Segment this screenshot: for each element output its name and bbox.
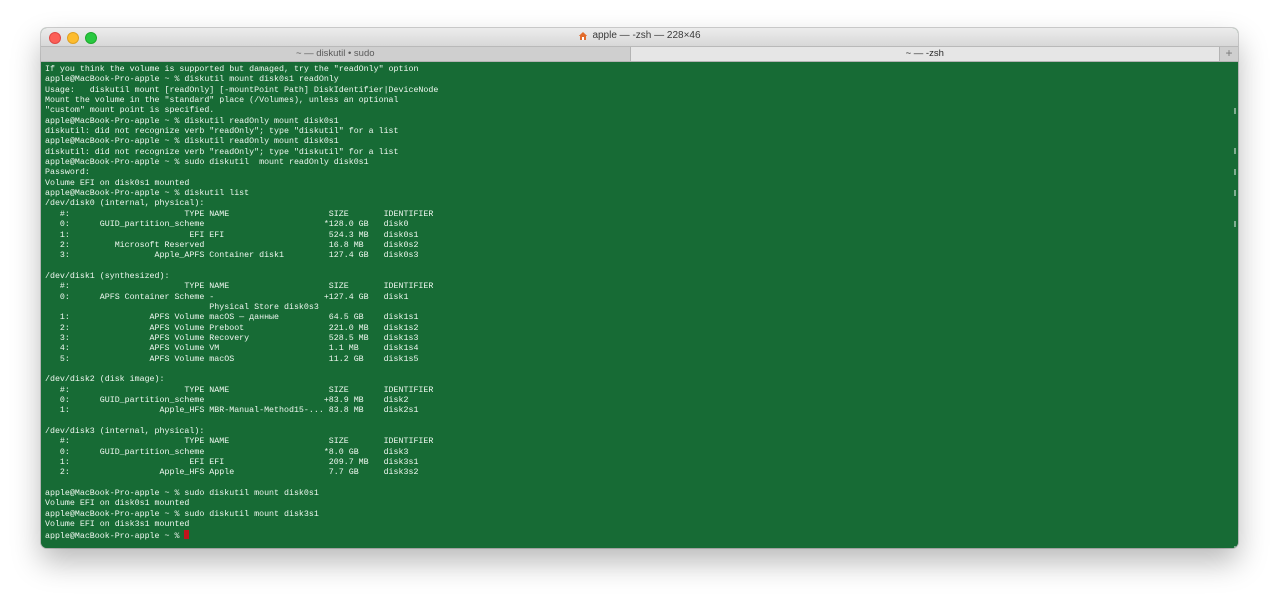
terminal-line: /dev/disk1 (synthesized): (45, 271, 170, 281)
terminal-output-area[interactable]: If you think the volume is supported but… (41, 62, 1238, 548)
scroll-marker (1234, 148, 1236, 154)
terminal-line: 2: Microsoft Reserved 16.8 MB disk0s2 (45, 240, 419, 250)
terminal-line: Volume EFI on disk0s1 mounted (45, 499, 190, 509)
terminal-line: #: TYPE NAME SIZE IDENTIFIER (45, 282, 434, 292)
terminal-line: Usage: diskutil mount [readOnly] [-mount… (45, 85, 439, 95)
terminal-text: If you think the volume is supported but… (45, 65, 438, 543)
terminal-line: 1: Apple_HFS MBR-Manual-Method15-... 83.… (45, 406, 419, 416)
terminal-line: 3: APFS Volume Recovery 528.5 MB disk1s3 (45, 333, 419, 343)
tab-diskutil[interactable]: ~ — diskutil • sudo (41, 47, 631, 61)
terminal-line: #: TYPE NAME SIZE IDENTIFIER (45, 385, 434, 395)
terminal-line: apple@MacBook-Pro-apple ~ % diskutil lis… (45, 189, 250, 199)
scroll-marker (1234, 221, 1236, 227)
terminal-line: Mount the volume in the "standard" place… (45, 96, 399, 106)
terminal-line: #: TYPE NAME SIZE IDENTIFIER (45, 209, 434, 219)
home-folder-icon (579, 31, 588, 40)
terminal-line: Volume EFI on disk3s1 mounted (45, 520, 190, 530)
terminal-line: /dev/disk0 (internal, physical): (45, 199, 205, 209)
terminal-line: 3: Apple_APFS Container disk1 127.4 GB d… (45, 251, 419, 261)
window-title: apple — -zsh — 228×46 (41, 30, 1238, 41)
tab-zsh[interactable]: ~ — -zsh (630, 47, 1220, 61)
terminal-line: apple@MacBook-Pro-apple ~ % sudo diskuti… (45, 158, 369, 168)
scroll-marker (1234, 546, 1236, 548)
terminal-line: 2: APFS Volume Preboot 221.0 MB disk1s2 (45, 323, 419, 333)
terminal-line: apple@MacBook-Pro-apple ~ % diskutil rea… (45, 116, 339, 126)
terminal-line: Physical Store disk0s3 (45, 302, 319, 312)
terminal-line: If you think the volume is supported but… (45, 65, 419, 74)
tab-bar: ~ — diskutil • sudo ~ — -zsh + (41, 46, 1238, 62)
window-title-text: apple — -zsh — 228×46 (592, 30, 701, 41)
terminal-line: 1: EFI EFI 524.3 MB disk0s1 (45, 230, 419, 240)
terminal-line: 0: GUID_partition_scheme *128.0 GB disk0 (45, 220, 409, 230)
terminal-line: /dev/disk3 (internal, physical): (45, 427, 205, 437)
terminal-line: Password: (45, 168, 90, 178)
new-tab-button[interactable]: + (1220, 47, 1238, 61)
terminal-window: apple — -zsh — 228×46 ~ — diskutil • sud… (41, 28, 1238, 548)
terminal-line: apple@MacBook-Pro-apple ~ % sudo diskuti… (45, 509, 319, 519)
terminal-line: apple@MacBook-Pro-apple ~ % sudo diskuti… (45, 489, 319, 499)
terminal-line: 0: GUID_partition_scheme *8.0 GB disk3 (45, 447, 409, 457)
terminal-line: #: TYPE NAME SIZE IDENTIFIER (45, 437, 434, 447)
terminal-line: 0: GUID_partition_scheme +83.9 MB disk2 (45, 396, 409, 405)
current-prompt: apple@MacBook-Pro-apple ~ % (45, 532, 185, 542)
text-cursor[interactable] (184, 530, 190, 540)
terminal-line: diskutil: did not recognize verb "readOn… (45, 127, 399, 137)
terminal-line: 1: APFS Volume macOS — данные 64.5 GB di… (45, 313, 419, 323)
scroll-marker (1234, 108, 1236, 114)
terminal-line: 4: APFS Volume VM 1.1 MB disk1s4 (45, 344, 419, 354)
terminal-line: apple@MacBook-Pro-apple ~ % diskutil rea… (45, 137, 339, 147)
terminal-line: 5: APFS Volume macOS 11.2 GB disk1s5 (45, 354, 419, 364)
terminal-line: diskutil: did not recognize verb "readOn… (45, 147, 399, 157)
title-bar[interactable]: apple — -zsh — 228×46 (41, 28, 1238, 46)
scroll-marker (1234, 169, 1236, 175)
terminal-line: 2: Apple_HFS Apple 7.7 GB disk3s2 (45, 468, 419, 478)
terminal-line: /dev/disk2 (disk image): (45, 375, 165, 385)
scroll-marker (1234, 190, 1236, 196)
terminal-line: 1: EFI EFI 209.7 MB disk3s1 (45, 458, 419, 468)
terminal-line: apple@MacBook-Pro-apple ~ % diskutil mou… (45, 75, 339, 85)
terminal-line: "custom" mount point is specified. (45, 106, 215, 116)
terminal-line: Volume EFI on disk0s1 mounted (45, 178, 190, 188)
terminal-line: 0: APFS Container Scheme - +127.4 GB dis… (45, 292, 409, 302)
